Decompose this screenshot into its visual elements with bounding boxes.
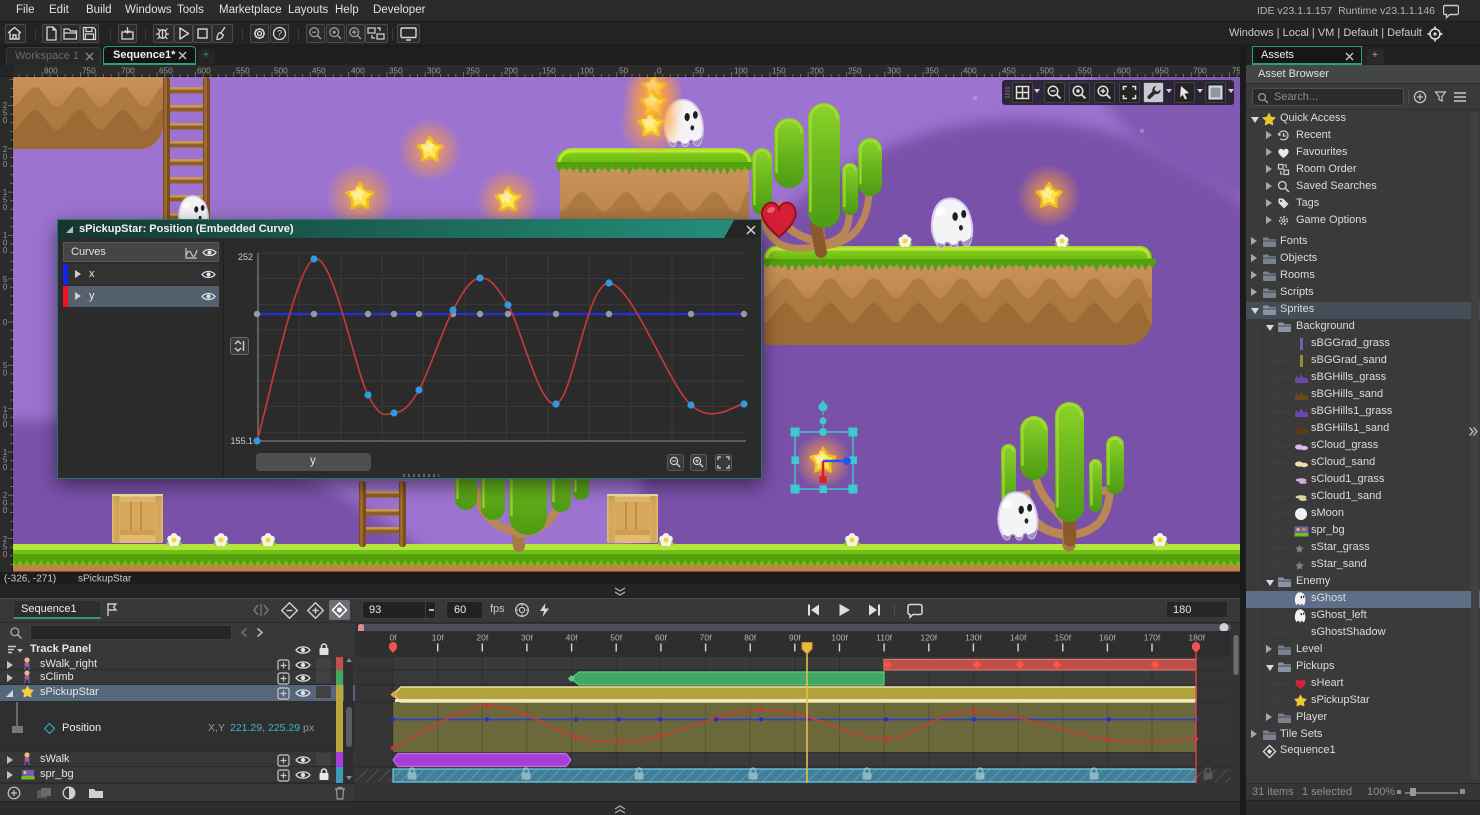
svg-text:750: 750	[82, 67, 96, 76]
svg-text:600: 600	[197, 67, 211, 76]
svg-text:sPickupStar: sPickupStar	[78, 574, 132, 585]
svg-text:100: 100	[3, 405, 8, 429]
svg-text:200: 200	[3, 491, 8, 515]
svg-text:400: 400	[963, 67, 977, 76]
svg-text:750: 750	[1232, 67, 1240, 76]
svg-text:40f: 40f	[566, 633, 578, 643]
svg-text:160f: 160f	[1099, 633, 1116, 643]
svg-text:250: 250	[3, 535, 8, 559]
svg-text:700: 700	[121, 67, 135, 76]
svg-text:700: 700	[1193, 67, 1207, 76]
svg-text:50: 50	[3, 361, 8, 378]
svg-text:300: 300	[887, 67, 901, 76]
svg-text:150: 150	[542, 67, 556, 76]
svg-text:650: 650	[159, 67, 173, 76]
svg-text:150: 150	[3, 448, 8, 472]
svg-text:800: 800	[44, 67, 58, 76]
svg-text:200: 200	[810, 67, 824, 76]
svg-text:500: 500	[274, 67, 288, 76]
svg-text:30f: 30f	[521, 633, 533, 643]
svg-text:10f: 10f	[432, 633, 444, 643]
svg-text:200: 200	[504, 67, 518, 76]
svg-text:100: 100	[3, 231, 8, 255]
svg-text:100f: 100f	[831, 633, 848, 643]
svg-text:550: 550	[1078, 67, 1092, 76]
svg-text:60f: 60f	[655, 633, 667, 643]
svg-text:150: 150	[772, 67, 786, 76]
svg-text:180f: 180f	[1188, 633, 1205, 643]
svg-text:(-326, -271): (-326, -271)	[4, 574, 56, 585]
svg-text:50: 50	[619, 67, 629, 76]
svg-text:0: 0	[657, 67, 662, 76]
svg-text:50: 50	[3, 275, 8, 292]
svg-text:150: 150	[3, 188, 8, 212]
svg-text:50f: 50f	[610, 633, 622, 643]
svg-text:0f: 0f	[389, 633, 397, 643]
svg-text:300: 300	[427, 67, 441, 76]
svg-text:550: 550	[236, 67, 250, 76]
svg-text:50: 50	[695, 67, 705, 76]
svg-text:350: 350	[389, 67, 403, 76]
svg-text:250: 250	[3, 101, 8, 125]
svg-text:70f: 70f	[700, 633, 712, 643]
svg-text:155.1: 155.1	[230, 436, 253, 446]
svg-text:140f: 140f	[1010, 633, 1027, 643]
svg-text:130f: 130f	[965, 633, 982, 643]
svg-text:0: 0	[3, 318, 8, 327]
svg-text:252: 252	[238, 252, 253, 262]
svg-text:450: 450	[312, 67, 326, 76]
svg-text:?: ?	[277, 29, 282, 39]
svg-text:100: 100	[734, 67, 748, 76]
svg-text:200: 200	[3, 145, 8, 169]
svg-text:170f: 170f	[1144, 633, 1161, 643]
svg-text:80f: 80f	[744, 633, 756, 643]
svg-text:250: 250	[466, 67, 480, 76]
svg-text:500: 500	[1040, 67, 1054, 76]
svg-text:250: 250	[848, 67, 862, 76]
svg-text:650: 650	[1155, 67, 1169, 76]
svg-text:20f: 20f	[476, 633, 488, 643]
svg-text:100: 100	[580, 67, 594, 76]
svg-text:90f: 90f	[789, 633, 801, 643]
svg-text:150f: 150f	[1055, 633, 1072, 643]
svg-text:400: 400	[351, 67, 365, 76]
svg-text:350: 350	[925, 67, 939, 76]
svg-text:600: 600	[1117, 67, 1131, 76]
svg-text:110f: 110f	[876, 633, 893, 643]
svg-text:450: 450	[1002, 67, 1016, 76]
svg-text:120f: 120f	[921, 633, 938, 643]
